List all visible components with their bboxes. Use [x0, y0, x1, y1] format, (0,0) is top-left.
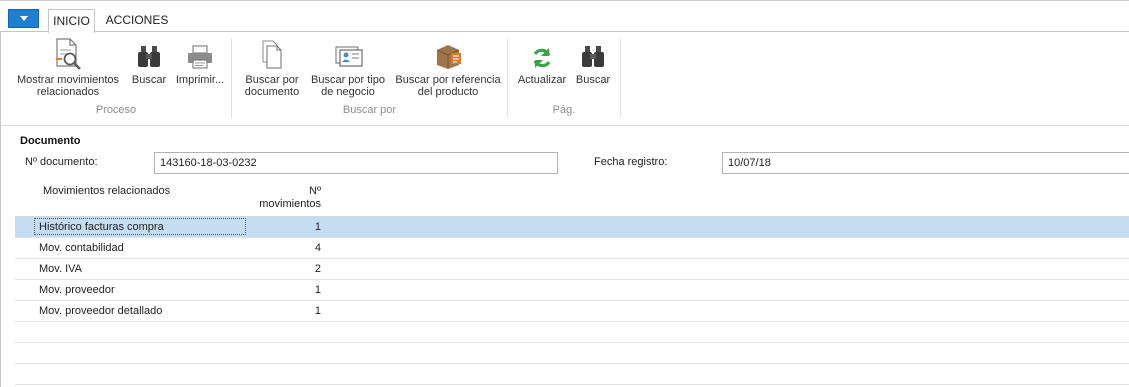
refresh-button[interactable]: Actualizar: [514, 36, 570, 86]
find-page-button[interactable]: Buscar: [572, 36, 614, 86]
ribbon-group-pag-label: Pág.: [552, 104, 576, 116]
find-by-business-type-button[interactable]: Buscar por tipo de negocio: [307, 36, 389, 98]
table-row[interactable]: Histórico facturas compra 1: [15, 217, 1129, 238]
app-menu-button[interactable]: [8, 9, 39, 28]
documents-icon: [241, 36, 303, 70]
entry-count-cell: 1: [314, 284, 321, 296]
entry-name-cell: Mov. proveedor: [39, 284, 115, 296]
binoculars-icon: [572, 36, 614, 70]
print-label: Imprimir...: [175, 74, 225, 86]
product-box-icon: [392, 36, 504, 70]
entry-name-cell: Mov. contabilidad: [39, 242, 124, 254]
entry-name-cell: Histórico facturas compra: [34, 218, 246, 235]
document-magnifier-icon: [11, 36, 125, 70]
empty-row: [15, 364, 1129, 385]
ribbon-group-buscar-por: Buscar por documento Buscar por tipo de …: [232, 32, 508, 125]
tab-inicio[interactable]: INICIO: [48, 9, 95, 33]
entry-count-cell: 1: [314, 221, 321, 233]
business-card-icon: [307, 36, 389, 70]
empty-row: [15, 343, 1129, 364]
show-related-entries-label: Mostrar movimientos relacionados: [16, 74, 120, 98]
document-number-label: Nº documento:: [25, 156, 98, 168]
ribbon-group-proceso-label: Proceso: [95, 104, 137, 116]
table-row[interactable]: Mov. IVA 2: [15, 259, 1129, 280]
dropdown-arrow-icon: [19, 16, 28, 21]
column-header-related-entries[interactable]: Movimientos relacionados: [43, 185, 170, 197]
find-label: Buscar: [131, 74, 167, 86]
entry-count-cell: 1: [314, 305, 321, 317]
find-page-label: Buscar: [575, 74, 611, 86]
grid-header: Movimientos relacionados Nº movimientos: [15, 180, 1129, 217]
print-button[interactable]: Imprimir...: [171, 36, 229, 86]
ribbon-group-buscar-por-label: Buscar por: [342, 104, 397, 116]
find-by-product-reference-label: Buscar por referencia del producto: [395, 74, 501, 98]
ribbon-group-separator: [620, 38, 621, 118]
find-by-document-button[interactable]: Buscar por documento: [241, 36, 303, 98]
ribbon-tab-strip: INICIO ACCIONES: [0, 1, 1129, 33]
entry-name-cell: Mov. IVA: [39, 263, 82, 275]
find-button[interactable]: Buscar: [129, 36, 169, 86]
section-title-documento: Documento: [20, 135, 81, 147]
posting-date-field[interactable]: 10/07/18: [722, 152, 1129, 174]
ribbon-group-proceso: Mostrar movimientos relacionados Buscar: [1, 32, 232, 125]
show-related-entries-button[interactable]: Mostrar movimientos relacionados: [11, 36, 125, 98]
table-row[interactable]: Mov. contabilidad 4: [15, 238, 1129, 259]
column-header-entry-count[interactable]: Nº movimientos: [245, 185, 321, 211]
related-entries-grid: Movimientos relacionados Nº movimientos …: [15, 180, 1129, 385]
refresh-icon: [514, 36, 570, 70]
table-row[interactable]: Mov. proveedor 1: [15, 280, 1129, 301]
find-by-business-type-label: Buscar por tipo de negocio: [311, 74, 385, 98]
entry-name-cell: Mov. proveedor detallado: [39, 305, 163, 317]
printer-icon: [171, 36, 229, 70]
ribbon: Mostrar movimientos relacionados Buscar: [1, 31, 1129, 126]
table-row[interactable]: Mov. proveedor detallado 1: [15, 301, 1129, 322]
find-by-product-reference-button[interactable]: Buscar por referencia del producto: [392, 36, 504, 98]
find-by-document-label: Buscar por documento: [244, 74, 300, 98]
tab-acciones[interactable]: ACCIONES: [100, 9, 174, 33]
binoculars-icon: [129, 36, 169, 70]
posting-date-label: Fecha registro:: [594, 156, 668, 168]
entry-count-cell: 2: [314, 263, 321, 275]
empty-row: [15, 322, 1129, 343]
refresh-label: Actualizar: [517, 74, 567, 86]
entry-count-cell: 4: [314, 242, 321, 254]
ribbon-group-pag: Actualizar Buscar Pág.: [508, 32, 621, 125]
document-number-field[interactable]: 143160-18-03-0232: [154, 152, 558, 174]
